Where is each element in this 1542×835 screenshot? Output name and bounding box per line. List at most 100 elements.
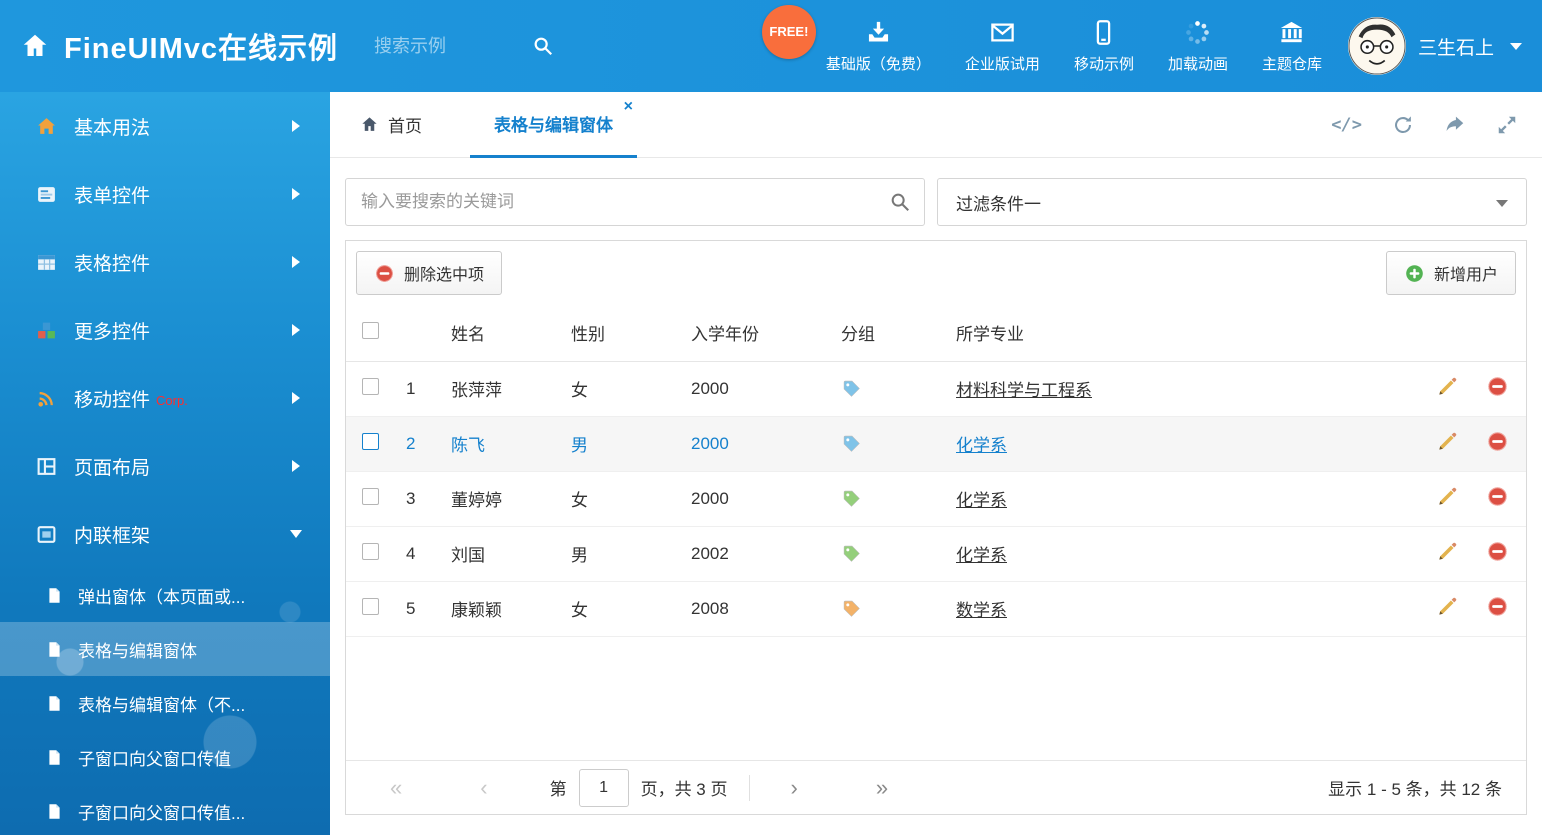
sidebar-item-basic-usage[interactable]: 基本用法: [0, 92, 330, 160]
cell-year: 2002: [683, 526, 833, 581]
major-link[interactable]: 化学系: [956, 491, 1007, 510]
chevron-down-icon: [1496, 200, 1508, 207]
edit-icon[interactable]: [1436, 540, 1459, 563]
chevron-right-icon: [292, 460, 300, 472]
user-name: 三生石上: [1418, 33, 1494, 60]
chevron-right-icon: [292, 324, 300, 336]
sidebar-item-grid-controls[interactable]: 表格控件: [0, 228, 330, 296]
nav-item-loading-animation[interactable]: 加载动画: [1168, 19, 1228, 74]
nav-item-mobile-demo[interactable]: 移动示例: [1074, 19, 1134, 74]
table-row[interactable]: 1 张萍萍 女 2000 材料科学与工程系: [346, 361, 1526, 416]
plus-circle-icon: [1404, 263, 1425, 284]
table-row[interactable]: 3 董婷婷 女 2000 化学系: [346, 471, 1526, 526]
nav-item-basic-edition[interactable]: FREE! 基础版（免费）: [826, 19, 931, 74]
keyword-search-input[interactable]: [345, 178, 925, 226]
tab-home[interactable]: 首页: [360, 92, 422, 158]
row-checkbox[interactable]: [362, 488, 379, 505]
sidebar-item-label: 表格控件: [74, 249, 150, 276]
edit-icon[interactable]: [1436, 430, 1459, 453]
edit-icon[interactable]: [1436, 375, 1459, 398]
row-checkbox[interactable]: [362, 433, 379, 450]
blocks-icon: [36, 320, 57, 341]
delete-icon[interactable]: [1486, 375, 1509, 398]
column-header-number: [398, 305, 443, 361]
refresh-icon[interactable]: [1392, 114, 1414, 136]
chevron-down-icon: [1510, 43, 1522, 50]
row-checkbox[interactable]: [362, 543, 379, 560]
signal-icon: [36, 388, 57, 409]
layout-icon: [36, 456, 57, 477]
sidebar-subitem-child-to-parent[interactable]: 子窗口向父窗口传值: [0, 730, 330, 784]
fullscreen-icon[interactable]: [1496, 114, 1518, 136]
major-link[interactable]: 材料科学与工程系: [956, 381, 1092, 400]
row-number: 1: [398, 361, 443, 416]
chevron-right-icon: [292, 188, 300, 200]
house-icon: [36, 116, 57, 137]
add-user-label: 新增用户: [1434, 261, 1498, 285]
user-table: 姓名 性别 入学年份 分组 所学专业 1 张萍萍 女 2000: [346, 305, 1526, 637]
select-all-checkbox[interactable]: [362, 322, 379, 339]
delete-selected-button[interactable]: 删除选中项: [356, 251, 502, 295]
sidebar-item-mobile-controls[interactable]: 移动控件 Corp.: [0, 364, 330, 432]
sidebar-item-iframe[interactable]: 内联框架: [0, 500, 330, 568]
cell-gender: 女: [563, 471, 683, 526]
open-in-new-window-icon[interactable]: [1444, 114, 1466, 136]
search-icon[interactable]: [889, 191, 911, 213]
sidebar-subitem-grid-edit-window-2[interactable]: 表格与编辑窗体（不...: [0, 676, 330, 730]
sidebar-subitem-child-to-parent-2[interactable]: 子窗口向父窗口传值...: [0, 784, 330, 835]
table-row[interactable]: 5 康颖颖 女 2008 数学系: [346, 581, 1526, 636]
nav-label: 主题仓库: [1262, 53, 1322, 74]
table-row[interactable]: 2 陈飞 男 2000 化学系: [346, 416, 1526, 471]
add-user-button[interactable]: 新增用户: [1386, 251, 1516, 295]
user-menu[interactable]: 三生石上: [1348, 17, 1522, 75]
sidebar-item-more-controls[interactable]: 更多控件: [0, 296, 330, 364]
delete-icon[interactable]: [1486, 595, 1509, 618]
grid-toolbar: 删除选中项 新增用户: [346, 241, 1526, 305]
close-icon[interactable]: ×: [624, 99, 633, 115]
header-search-input[interactable]: [372, 35, 522, 58]
search-icon[interactable]: [532, 35, 554, 57]
nav-label: 加载动画: [1168, 53, 1228, 74]
cell-name: 张萍萍: [443, 361, 563, 416]
last-page-button[interactable]: »: [876, 777, 888, 799]
column-header-gender: 性别: [563, 305, 683, 361]
row-checkbox[interactable]: [362, 598, 379, 615]
sidebar-item-label: 内联框架: [74, 521, 150, 548]
tag-icon: [841, 378, 862, 399]
table-row[interactable]: 4 刘国 男 2002 化学系: [346, 526, 1526, 581]
tab-grid-edit-window[interactable]: 表格与编辑窗体 ×: [470, 92, 637, 158]
sidebar-subitem-label: 弹出窗体（本页面或...: [78, 583, 245, 608]
sidebar-item-form-controls[interactable]: 表单控件: [0, 160, 330, 228]
edit-icon[interactable]: [1436, 595, 1459, 618]
previous-page-button[interactable]: ‹: [480, 777, 487, 799]
delete-icon[interactable]: [1486, 485, 1509, 508]
row-checkbox[interactable]: [362, 378, 379, 395]
nav-item-enterprise-trial[interactable]: 企业版试用: [965, 19, 1040, 74]
major-link[interactable]: 数学系: [956, 601, 1007, 620]
page-number-input[interactable]: [579, 769, 629, 807]
nav-label: 移动示例: [1074, 53, 1134, 74]
major-link[interactable]: 化学系: [956, 436, 1007, 455]
major-link[interactable]: 化学系: [956, 546, 1007, 565]
app-logo[interactable]: FineUIMvc在线示例: [20, 25, 338, 67]
first-page-button[interactable]: «: [390, 777, 402, 799]
delete-icon[interactable]: [1486, 540, 1509, 563]
sidebar-subitem-popup-window[interactable]: 弹出窗体（本页面或...: [0, 568, 330, 622]
cell-gender: 女: [563, 361, 683, 416]
edit-icon[interactable]: [1436, 485, 1459, 508]
nav-item-theme-repo[interactable]: 主题仓库: [1262, 19, 1322, 74]
sidebar-item-page-layout[interactable]: 页面布局: [0, 432, 330, 500]
bank-icon: [1278, 19, 1305, 46]
page-suffix-label: 页，共 3 页: [641, 775, 728, 800]
sidebar-subitem-label: 表格与编辑窗体: [78, 637, 197, 662]
cell-year: 2000: [683, 361, 833, 416]
column-header-name: 姓名: [443, 305, 563, 361]
filter-dropdown[interactable]: 过滤条件一: [937, 178, 1527, 226]
keyword-search: [345, 178, 925, 226]
sidebar-subitem-grid-edit-window[interactable]: 表格与编辑窗体: [0, 622, 330, 676]
row-number: 2: [398, 416, 443, 471]
delete-icon[interactable]: [1486, 430, 1509, 453]
corp-badge: Corp.: [156, 393, 188, 408]
next-page-button[interactable]: ›: [790, 777, 797, 799]
source-code-icon[interactable]: </>: [1331, 115, 1362, 135]
